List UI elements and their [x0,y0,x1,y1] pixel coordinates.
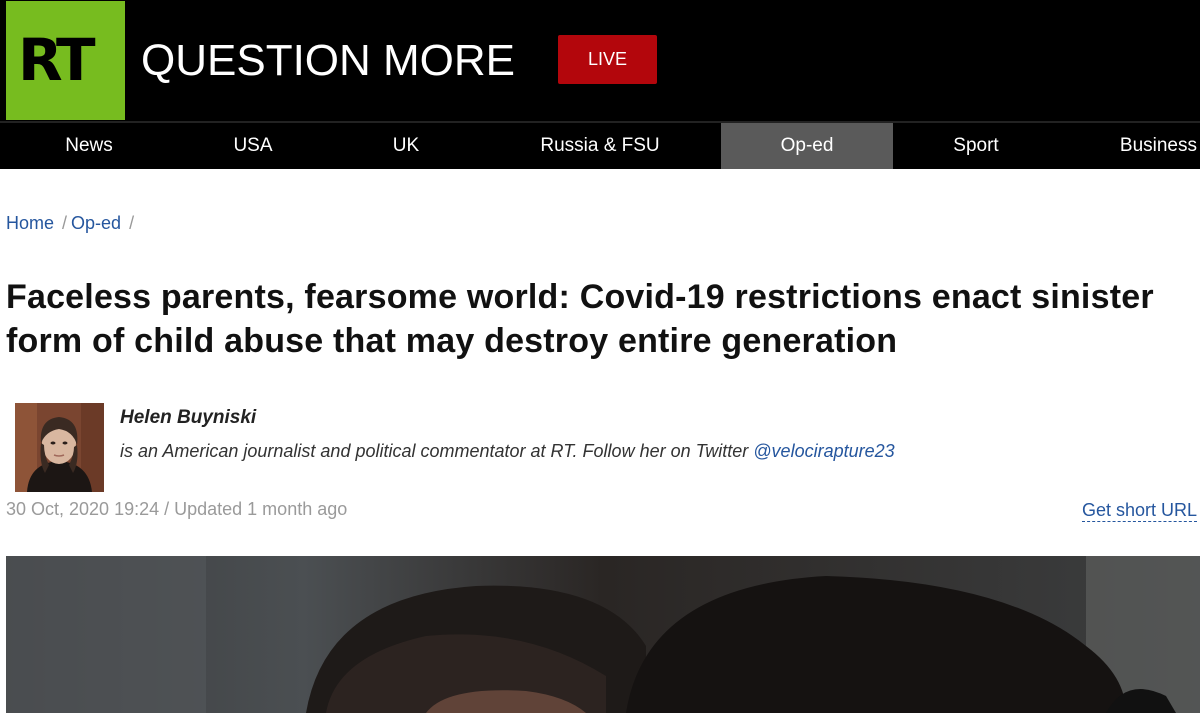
article-hero-image [6,556,1200,713]
author-bio-text: is an American journalist and political … [120,441,754,461]
get-short-url-link[interactable]: Get short URL [1081,499,1197,522]
nav-item-sport[interactable]: Sport [893,123,1059,169]
author-bio: is an American journalist and political … [120,441,895,462]
nav-item-op-ed[interactable]: Op-ed [721,123,893,169]
author-twitter-link[interactable]: @velocirapture23 [753,441,894,461]
site-header: RT QUESTION MORE LIVE [0,0,1200,121]
breadcrumb-home[interactable]: Home [6,213,54,234]
logo-text: RT [18,26,96,94]
author-name[interactable]: Helen Buyniski [120,407,256,429]
main-nav: News USA UK Russia & FSU Op-ed Sport Bus… [0,121,1200,169]
nav-item-news[interactable]: News [0,123,178,169]
article-headline: Faceless parents, fearsome world: Covid-… [6,278,1154,360]
nav-item-russia-fsu[interactable]: Russia & FSU [484,123,716,169]
nav-item-business[interactable]: Business [1100,123,1200,169]
article-date: 30 Oct, 2020 19:24 / Updated 1 month ago [6,499,348,519]
nav-item-uk[interactable]: UK [328,123,484,169]
breadcrumb-separator: / [62,213,68,233]
nav-item-usa[interactable]: USA [178,123,328,169]
breadcrumb-separator: / [129,213,135,233]
author-avatar[interactable] [15,403,104,492]
live-button[interactable]: LIVE [558,35,657,84]
breadcrumb: Home / Op-ed / [6,213,138,234]
breadcrumb-op-ed[interactable]: Op-ed [71,213,121,234]
site-tagline: QUESTION MORE [141,36,516,85]
rt-logo[interactable]: RT [6,1,125,120]
